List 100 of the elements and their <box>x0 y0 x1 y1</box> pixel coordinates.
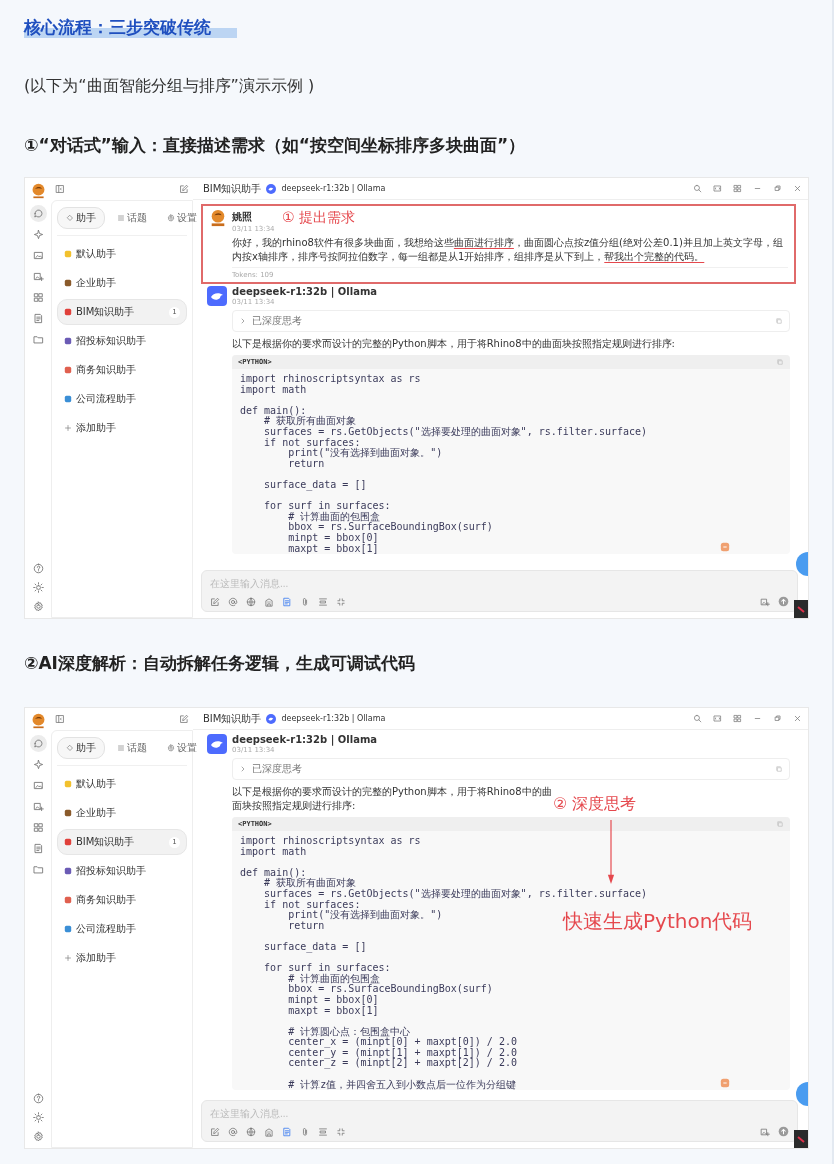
assistant-item[interactable]: 招投标知识助手 <box>57 328 187 354</box>
new-chat-icon[interactable] <box>179 714 189 724</box>
send-button[interactable] <box>778 1126 789 1137</box>
edit-icon[interactable] <box>210 596 220 607</box>
list-icon <box>117 744 125 752</box>
grid-icon[interactable] <box>733 184 742 193</box>
mention-icon[interactable] <box>228 596 238 607</box>
code-line: # 获取所有曲面对象 <box>263 415 357 427</box>
sidebar-tab[interactable]: 设置 <box>159 207 205 229</box>
assistant-item[interactable]: 商务知识助手 <box>57 357 187 383</box>
globe-icon[interactable] <box>246 1126 256 1137</box>
model-name: deepseek-r1:32b | Ollama <box>281 714 386 723</box>
mention-icon[interactable] <box>228 1126 238 1137</box>
code-tool-icon[interactable] <box>720 1078 730 1089</box>
assistant-item[interactable]: 企业助手 <box>57 270 187 296</box>
sidebar-tab[interactable]: 助手 <box>57 737 105 759</box>
expand-icon[interactable] <box>713 184 722 193</box>
annotation-label: ① 提出需求 <box>282 209 355 225</box>
assistant-item[interactable]: 公司流程助手 <box>57 916 187 942</box>
settings-icon <box>167 744 175 752</box>
sun-icon[interactable] <box>32 582 44 593</box>
paperclip-icon[interactable] <box>300 1126 310 1137</box>
annotation-arrow <box>606 820 616 884</box>
restore-icon[interactable] <box>773 184 782 193</box>
help-icon[interactable] <box>32 1093 44 1104</box>
send-button[interactable] <box>778 596 789 607</box>
close-icon[interactable] <box>793 184 802 193</box>
chevron-icon <box>239 317 247 325</box>
new-chat-icon[interactable] <box>179 184 189 194</box>
assistant-title: BIM知识助手 <box>203 711 262 726</box>
author-name: deepseek-r1:32b | Ollama <box>232 734 378 746</box>
code-line: surfaces = rs.GetObjects("选择要处理的曲面对象", rs.filter.surface) <box>263 425 648 437</box>
code-line: bbox = rs.SurfaceBoundingBox(surf) <box>287 983 493 995</box>
code-line: if not surfaces: <box>263 898 361 910</box>
code-line: for surf in surfaces: <box>263 500 391 512</box>
step-title: ②AI深度解析：自动拆解任务逻辑，生成可调试代码 <box>24 652 416 674</box>
grid-icon[interactable] <box>733 714 742 723</box>
response-text: 以下是根据你的要求而设计的完整的Python脚本，用于将Rhino8中的曲面块按照指定规则进行排序: <box>232 337 676 351</box>
close-icon[interactable] <box>793 714 802 723</box>
collapse-icon[interactable] <box>336 596 346 607</box>
corner-widget-icon[interactable] <box>794 1130 808 1148</box>
settings-icon[interactable] <box>32 1131 44 1142</box>
code-line: if not surfaces: <box>263 436 361 448</box>
add-assistant-button[interactable]: 添加助手 <box>57 415 187 441</box>
settings-icon <box>167 214 175 222</box>
document-icon[interactable] <box>282 1126 292 1137</box>
sidebar-tab[interactable]: 设置 <box>159 737 205 759</box>
assistant-item[interactable]: 默认助手 <box>57 771 187 797</box>
image-add-icon[interactable] <box>760 1126 770 1137</box>
assistant-item[interactable]: 商务知识助手 <box>57 887 187 913</box>
sidebar-toggle-icon[interactable] <box>55 184 65 194</box>
expand-icon[interactable] <box>713 714 722 723</box>
lines-icon[interactable] <box>318 1126 328 1137</box>
section-heading: 核心流程：三步突破传统 <box>24 16 237 38</box>
settings-icon[interactable] <box>32 601 44 612</box>
paperclip-icon[interactable] <box>300 596 310 607</box>
sidebar-tab[interactable]: 话题 <box>109 207 155 229</box>
add-assistant-button[interactable]: 添加助手 <box>57 945 187 971</box>
globe-icon[interactable] <box>246 596 256 607</box>
code-line: import rhinoscriptsyntax as rs <box>240 373 421 384</box>
assistant-item[interactable]: 公司流程助手 <box>57 386 187 412</box>
chat-icon[interactable] <box>29 735 47 752</box>
assistant-item[interactable]: 企业助手 <box>57 800 187 826</box>
search-icon[interactable] <box>693 714 702 723</box>
code-line: center_x = (minpt[0] + maxpt[0]) / 2.0 <box>287 1036 517 1048</box>
thinking-toggle[interactable]: 已深度思考 <box>232 758 790 780</box>
code-line: import rhinoscriptsyntax as rs <box>240 835 421 846</box>
code-line: center_y = (minpt[1] + maxpt[1]) / 2.0 <box>287 1046 517 1058</box>
code-line: bbox = rs.SurfaceBoundingBox(surf) <box>287 521 493 533</box>
restore-icon[interactable] <box>773 714 782 723</box>
collapse-icon[interactable] <box>336 1126 346 1137</box>
building-icon[interactable] <box>264 596 274 607</box>
copy-icon <box>775 317 783 325</box>
help-icon[interactable] <box>32 563 44 574</box>
corner-widget-icon[interactable] <box>794 600 808 618</box>
assistant-item[interactable]: 默认助手 <box>57 241 187 267</box>
document-icon[interactable] <box>282 596 292 607</box>
step-title: ①“对话式”输入：直接描述需求（如“按空间坐标排序多块曲面”） <box>24 134 527 156</box>
edit-icon[interactable] <box>210 1126 220 1137</box>
author-name: deepseek-r1:32b | Ollama <box>232 286 378 298</box>
code-line: maxpt = bbox[1] <box>287 1004 379 1016</box>
response-text: 以下是根据你的要求而设计的完整的Python脚本，用于将Rhino8中的曲面块按照指定规则进行排序: <box>232 785 552 813</box>
sidebar-tab[interactable]: 话题 <box>109 737 155 759</box>
assistant-title: BIM知识助手 <box>203 181 262 196</box>
code-line: # 计算曲面的包围盒 <box>287 972 381 984</box>
image-add-icon[interactable] <box>760 596 770 607</box>
thinking-toggle[interactable]: 已深度思考 <box>232 310 790 332</box>
lines-icon[interactable] <box>318 596 328 607</box>
message-text: 你好，我的rhino8软件有很多块曲面，我想给这些曲面进行排序，曲面圆心点按z值分组(绝对公差0.1)并且加上英文字母，组内按x轴排序，排序号按阿拉伯数字，每一组都是从1开始排序，组排序是从下到上，帮我出个完整的代码。 <box>232 236 784 264</box>
building-icon[interactable] <box>264 1126 274 1137</box>
bot-avatar <box>207 734 227 754</box>
code-tool-icon[interactable] <box>720 542 730 553</box>
assistant-item[interactable]: 招投标知识助手 <box>57 858 187 884</box>
chat-icon[interactable] <box>29 205 47 222</box>
sidebar-tab[interactable]: 助手 <box>57 207 105 229</box>
search-icon[interactable] <box>693 184 702 193</box>
code-line: minpt = bbox[0] <box>287 993 379 1005</box>
sun-icon[interactable] <box>32 1112 44 1123</box>
code-line: return <box>287 919 325 931</box>
sidebar-toggle-icon[interactable] <box>55 714 65 724</box>
